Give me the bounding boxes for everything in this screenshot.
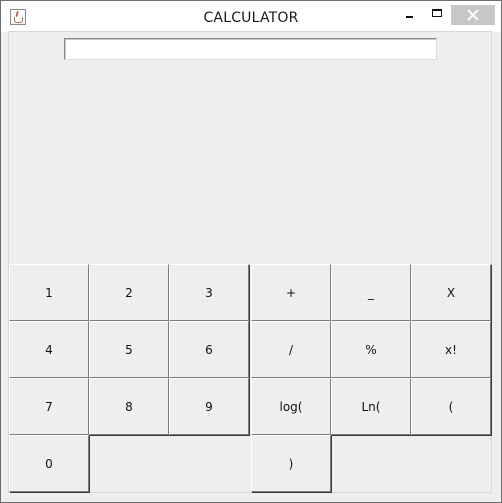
key-0[interactable]: 0 bbox=[9, 435, 89, 492]
key-9[interactable]: 9 bbox=[169, 378, 249, 435]
key-5[interactable]: 5 bbox=[89, 321, 169, 378]
key-open-paren[interactable]: ( bbox=[411, 378, 491, 435]
key-8[interactable]: 8 bbox=[89, 378, 169, 435]
key-close-paren[interactable]: ) bbox=[251, 435, 331, 492]
key-2[interactable]: 2 bbox=[89, 264, 169, 321]
key-ln[interactable]: Ln( bbox=[331, 378, 411, 435]
key-divide[interactable]: / bbox=[251, 321, 331, 378]
key-7[interactable]: 7 bbox=[9, 378, 89, 435]
key-multiply[interactable]: X bbox=[411, 264, 491, 321]
key-4[interactable]: 4 bbox=[9, 321, 89, 378]
key-plus[interactable]: + bbox=[251, 264, 331, 321]
minimize-button[interactable] bbox=[399, 5, 421, 25]
key-1[interactable]: 1 bbox=[9, 264, 89, 321]
key-minus[interactable]: _ bbox=[331, 264, 411, 321]
title-bar: CALCULATOR bbox=[1, 1, 501, 32]
close-button[interactable] bbox=[451, 5, 495, 25]
key-3[interactable]: 3 bbox=[169, 264, 249, 321]
key-log[interactable]: log( bbox=[251, 378, 331, 435]
key-factorial[interactable]: x! bbox=[411, 321, 491, 378]
display-field[interactable] bbox=[64, 38, 437, 60]
maximize-button[interactable] bbox=[426, 5, 448, 25]
maximize-icon bbox=[432, 9, 442, 17]
key-6[interactable]: 6 bbox=[169, 321, 249, 378]
key-percent[interactable]: % bbox=[331, 321, 411, 378]
minimize-icon bbox=[406, 16, 413, 18]
